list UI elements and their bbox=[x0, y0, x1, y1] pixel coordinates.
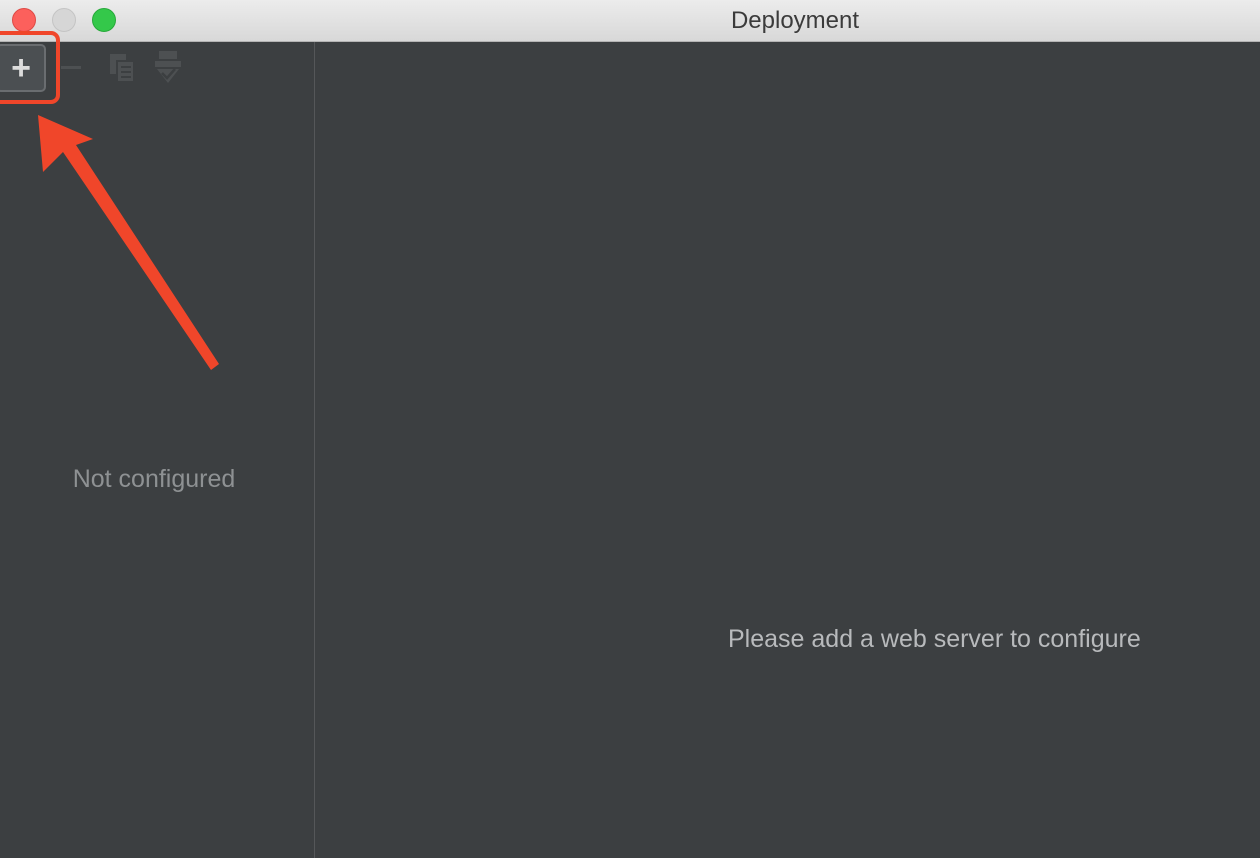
add-server-button[interactable]: + bbox=[0, 44, 46, 92]
server-list-panel: + Not configured bbox=[0, 42, 315, 858]
use-as-default-icon bbox=[155, 51, 181, 83]
copy-icon bbox=[110, 54, 135, 83]
use-as-default-button[interactable] bbox=[152, 48, 184, 86]
title-bar[interactable]: Deployment bbox=[0, 0, 1260, 42]
empty-config-message: Please add a web server to configure bbox=[728, 625, 1141, 653]
server-config-panel: Please add a web server to configure bbox=[315, 42, 1260, 858]
not-configured-label: Not configured bbox=[72, 465, 236, 493]
copy-server-button[interactable] bbox=[106, 50, 140, 86]
deployment-window: Deployment + Not configured Please add a… bbox=[0, 0, 1260, 858]
window-title: Deployment bbox=[730, 7, 860, 34]
minus-icon bbox=[61, 65, 81, 69]
remove-server-button[interactable] bbox=[58, 52, 84, 82]
plus-icon: + bbox=[11, 48, 31, 87]
server-list-toolbar: + bbox=[0, 42, 314, 96]
